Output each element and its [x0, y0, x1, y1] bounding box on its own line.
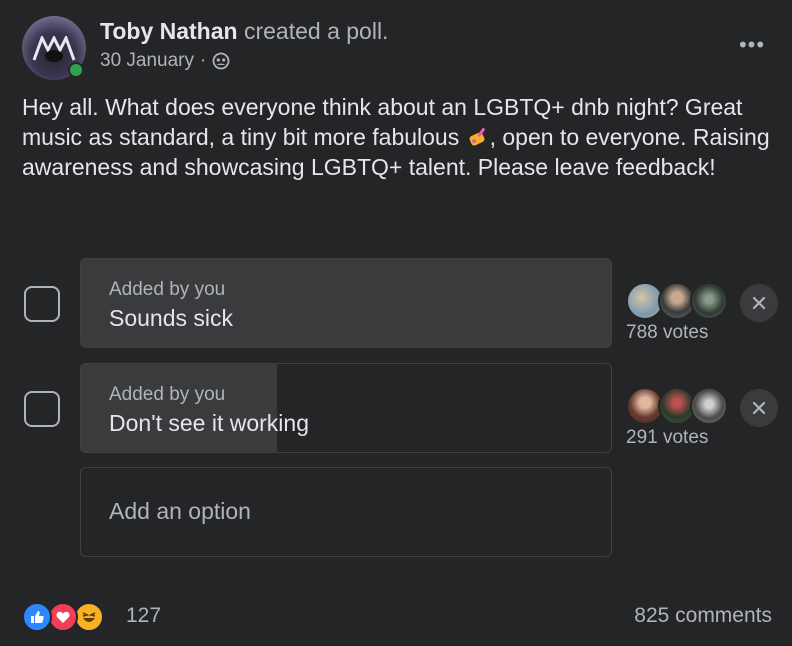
online-status-dot	[68, 62, 84, 78]
reaction-icons[interactable]	[22, 600, 114, 634]
voter-avatar	[690, 387, 728, 425]
avatar-logo-icon	[32, 36, 76, 62]
reaction-count[interactable]: 127	[126, 604, 161, 628]
like-icon	[22, 602, 52, 632]
post-meta: 30 January ·	[100, 50, 230, 72]
votes-count[interactable]: 788 votes	[626, 322, 708, 344]
haha-icon	[74, 602, 104, 632]
remove-vote-button[interactable]	[740, 284, 778, 322]
close-icon	[752, 296, 766, 310]
post-action: created a poll.	[243, 18, 389, 44]
meta-separator: ·	[200, 50, 207, 71]
love-icon	[48, 602, 78, 632]
option-added-by: Added by you	[109, 384, 226, 405]
add-option-placeholder: Add an option	[109, 498, 251, 524]
voter-avatar	[690, 282, 728, 320]
option-added-by: Added by you	[109, 279, 226, 300]
post-text: Hey all. What does everyone think about …	[22, 92, 772, 182]
author-name[interactable]: Toby Nathan	[100, 18, 238, 44]
nail-polish-emoji-icon	[469, 127, 485, 146]
close-icon	[752, 401, 766, 415]
post-footer: 127 825 comments	[22, 598, 772, 638]
more-options-icon: •••	[738, 32, 766, 57]
comments-link[interactable]: 825 comments	[634, 604, 772, 628]
poll-option-fill	[81, 364, 277, 452]
add-option-input[interactable]: Add an option	[80, 467, 612, 557]
poll-option-fill	[81, 259, 611, 347]
author-line: Toby Nathan created a poll.	[100, 18, 388, 45]
option-label: Don't see it working	[109, 410, 309, 436]
friends-icon[interactable]	[212, 52, 230, 70]
poll-option: Added by you Don't see it working 291 vo…	[22, 363, 782, 453]
poll-option-checkbox[interactable]	[24, 391, 60, 427]
poll-option: Added by you Sounds sick 788 votes	[22, 258, 782, 348]
poll-option-bar[interactable]: Added by you Don't see it working	[80, 363, 612, 453]
remove-vote-button[interactable]	[740, 389, 778, 427]
voter-avatars[interactable]	[626, 282, 736, 322]
option-label: Sounds sick	[109, 305, 234, 331]
post-date[interactable]: 30 January	[100, 50, 194, 72]
more-options-button[interactable]: •••	[732, 28, 772, 62]
poll-option-bar[interactable]: Added by you Sounds sick	[80, 258, 612, 348]
poll-option-checkbox[interactable]	[24, 286, 60, 322]
votes-count[interactable]: 291 votes	[626, 427, 708, 449]
post-header: Toby Nathan created a poll. 30 January ·…	[22, 16, 772, 80]
voter-avatars[interactable]	[626, 387, 736, 427]
